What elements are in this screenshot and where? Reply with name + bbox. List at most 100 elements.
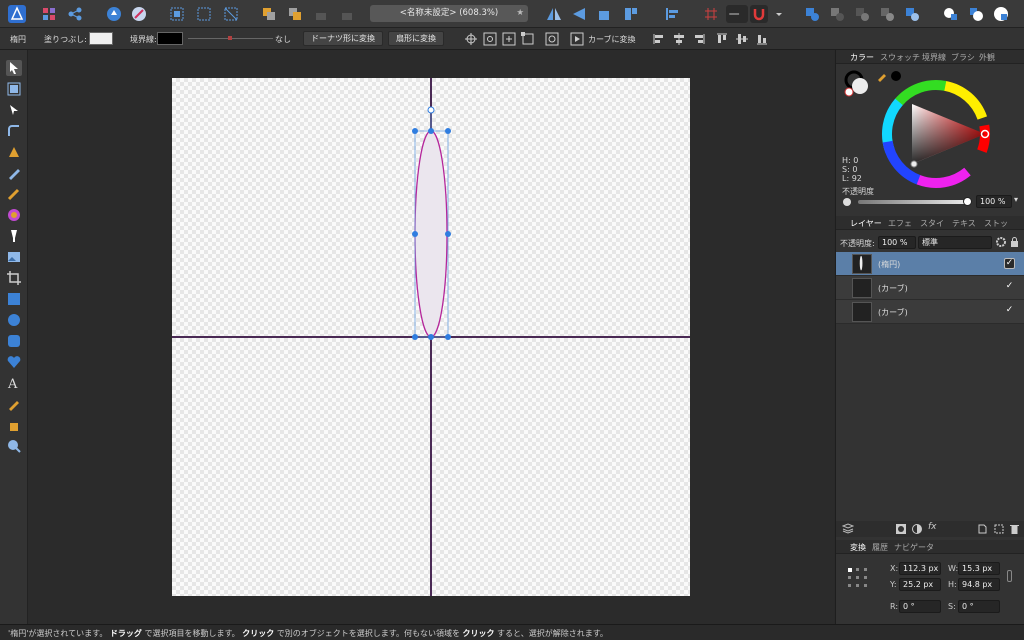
rotation-handle[interactable]	[427, 106, 435, 114]
layer-visibility-checkbox[interactable]: ✓	[1004, 282, 1015, 293]
tab-stock[interactable]: ストッ	[984, 218, 1008, 229]
place-image-icon[interactable]	[6, 249, 22, 265]
shear-input[interactable]: 0 °	[958, 600, 1000, 613]
fill-stroke-selector[interactable]	[844, 70, 872, 98]
grid-icon[interactable]	[702, 5, 720, 23]
crosshair-icon[interactable]	[464, 32, 478, 46]
convert-to-pie-button[interactable]: 扇形に変換	[388, 31, 444, 46]
boolean-intersect-icon[interactable]	[853, 5, 871, 23]
layer-lock-icon[interactable]	[1010, 237, 1019, 247]
tab-text-styles[interactable]: テキス	[952, 218, 976, 229]
affinity-logo-icon[interactable]	[8, 5, 26, 23]
boolean-xor-icon[interactable]	[878, 5, 896, 23]
tab-history[interactable]: 履歴	[872, 542, 888, 553]
link-aspect-icon[interactable]	[1007, 570, 1012, 582]
selected-ellipse[interactable]	[414, 130, 448, 338]
resize-handle-top[interactable]	[428, 128, 434, 134]
text-tool-icon[interactable]: A	[6, 375, 22, 392]
tab-transform[interactable]: 変換	[850, 542, 866, 553]
hand-tool-icon[interactable]	[6, 417, 22, 433]
tab-effects[interactable]: エフェ	[888, 218, 912, 229]
tab-stroke[interactable]: 境界線	[922, 52, 946, 63]
fx-icon[interactable]: fx	[928, 522, 937, 532]
opacity-input[interactable]: 100 %	[976, 195, 1012, 208]
artboard-tool-icon[interactable]	[6, 81, 22, 97]
document-title[interactable]: <名称未設定> (608.3%) ★	[370, 5, 528, 22]
snap-toggle-icon[interactable]	[726, 5, 748, 23]
select-all-icon[interactable]	[168, 5, 186, 23]
tab-brushes[interactable]: ブラシ	[951, 52, 975, 63]
tab-layers[interactable]: レイヤー	[850, 218, 882, 229]
delete-layer-icon[interactable]	[1010, 524, 1019, 534]
resize-handle-top-left[interactable]	[412, 128, 418, 134]
anchor-point-selector[interactable]	[846, 566, 870, 590]
geometry-icon[interactable]	[545, 32, 559, 46]
pencil-tool-icon[interactable]	[6, 165, 22, 181]
node-tool-icon[interactable]	[6, 102, 22, 118]
transparency-tool-icon[interactable]	[6, 228, 22, 244]
w-input[interactable]: 15.3 px	[958, 562, 1000, 575]
bounding-box-icon[interactable]	[521, 32, 535, 46]
insert-inside-icon[interactable]	[992, 5, 1010, 23]
color-wheel[interactable]	[880, 78, 992, 190]
fill-swatch[interactable]	[89, 32, 113, 45]
layer-opacity-input[interactable]: 100 %	[878, 236, 916, 249]
color-picker-icon[interactable]	[6, 396, 22, 412]
heart-tool-icon[interactable]	[6, 354, 22, 370]
tab-navigator[interactable]: ナビゲータ	[894, 542, 934, 553]
convert-curve-icon[interactable]	[570, 32, 584, 46]
export-persona-icon[interactable]	[66, 5, 84, 23]
blend-mode-select[interactable]: 標準	[918, 236, 992, 249]
mask-icon[interactable]	[896, 524, 906, 534]
unlock-icon[interactable]	[338, 5, 356, 23]
align-center-icon[interactable]	[672, 32, 686, 46]
stroke-swatch[interactable]	[157, 32, 183, 45]
tab-styles[interactable]: スタイ	[920, 218, 944, 229]
tab-color[interactable]: カラー	[850, 52, 874, 63]
invert-selection-icon[interactable]	[222, 5, 240, 23]
rotate-left-icon[interactable]	[596, 5, 614, 23]
align-top-icon[interactable]	[715, 32, 729, 46]
star-icon[interactable]: ★	[516, 5, 524, 22]
convert-to-donut-button[interactable]: ドーナツ形に変換	[303, 31, 383, 46]
magnet-icon[interactable]	[750, 5, 768, 23]
pen-tool-icon[interactable]	[6, 144, 22, 160]
resize-handle-bottom-right[interactable]	[445, 334, 451, 340]
arrange-front-icon[interactable]	[286, 5, 304, 23]
arrange-back-icon[interactable]	[260, 5, 278, 23]
corner-tool-icon[interactable]	[6, 123, 22, 139]
opacity-slider-handle[interactable]	[963, 197, 972, 206]
zoom-tool-icon[interactable]	[6, 438, 22, 454]
x-input[interactable]: 112.3 px	[899, 562, 941, 575]
tab-swatches[interactable]: スウォッチ	[880, 52, 920, 63]
view-icon[interactable]	[483, 32, 497, 46]
layer-settings-gear-icon[interactable]	[996, 237, 1006, 247]
rotate-right-icon[interactable]	[622, 5, 640, 23]
layer-visibility-checkbox[interactable]: ✓	[1004, 258, 1015, 269]
resize-handle-bottom-left[interactable]	[412, 334, 418, 340]
insert-front-icon[interactable]	[942, 5, 960, 23]
flip-horizontal-icon[interactable]	[545, 5, 563, 23]
crop-tool-icon[interactable]	[6, 270, 22, 286]
rectangle-tool-icon[interactable]	[6, 291, 22, 307]
transform-origin-icon[interactable]	[502, 32, 516, 46]
rounded-rect-tool-icon[interactable]	[6, 333, 22, 349]
ellipse-tool-icon[interactable]	[6, 312, 22, 328]
opacity-reset-icon[interactable]	[843, 198, 851, 206]
insert-back-icon[interactable]	[967, 5, 985, 23]
opacity-dropdown-icon[interactable]: ▾	[1014, 195, 1018, 204]
layer-visibility-checkbox[interactable]: ✓	[1004, 306, 1015, 317]
flip-vertical-icon[interactable]	[570, 5, 588, 23]
resize-handle-bottom[interactable]	[428, 334, 434, 340]
stroke-width-handle[interactable]	[228, 36, 232, 40]
align-middle-icon[interactable]	[735, 32, 749, 46]
magnet-dropdown-icon[interactable]	[770, 5, 782, 23]
align-icon[interactable]	[663, 5, 681, 23]
resize-handle-left[interactable]	[412, 231, 418, 237]
pixel-persona-icon[interactable]	[40, 5, 58, 23]
boolean-divide-icon[interactable]	[903, 5, 921, 23]
vector-brush-icon[interactable]	[6, 186, 22, 202]
fill-tool-icon[interactable]	[6, 207, 22, 223]
layer-row-ellipse[interactable]: (楕円) ✓	[836, 252, 1024, 276]
select-none-icon[interactable]	[195, 5, 213, 23]
